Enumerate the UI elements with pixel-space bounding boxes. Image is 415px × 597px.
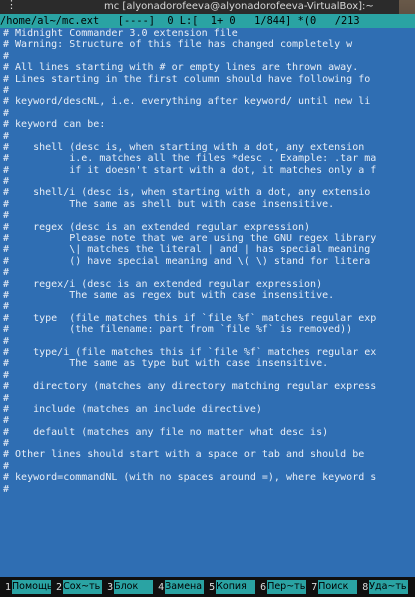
- fkey-label: Помощь: [12, 580, 52, 594]
- fkey-number: 4: [158, 581, 165, 593]
- fkey-f3[interactable]: 3 Блок: [102, 577, 154, 597]
- editor-line: #: [3, 335, 10, 347]
- editor-line: # regex/i (desc is an extended regular e…: [3, 278, 323, 290]
- editor-line: #: [3, 50, 10, 62]
- fkey-number: 1: [5, 581, 12, 593]
- editor-line: #: [3, 176, 10, 188]
- fkey-label: Копия: [216, 580, 256, 594]
- fkey-number: 2: [56, 581, 63, 593]
- window-menu-icon[interactable]: ⋮: [6, 0, 17, 12]
- editor-line: # i.e. matches all the files *desc . Exa…: [3, 153, 377, 165]
- fkey-f5[interactable]: 5 Копия: [204, 577, 256, 597]
- avatar: [399, 0, 415, 14]
- fkey-label: Пер~ть: [267, 580, 307, 594]
- fkey-label: Блок: [114, 580, 154, 594]
- editor-line: # shell (desc is, when starting with a d…: [3, 141, 365, 153]
- fkey-label: Сох~ть: [63, 580, 103, 594]
- editor-line: #: [3, 107, 10, 119]
- editor-line: #: [3, 369, 10, 381]
- editor-line: # \| matches the literal | and | has spe…: [3, 244, 371, 256]
- editor-line: #: [3, 301, 10, 313]
- fkey-f2[interactable]: 2 Сох~ть: [51, 577, 103, 597]
- editor-line: #: [3, 438, 10, 450]
- editor-text-area[interactable]: # Midnight Commander 3.0 extension file #…: [0, 28, 415, 577]
- editor-line: # keyword=commandNL (with no spaces arou…: [3, 472, 377, 484]
- fkey-number: 6: [260, 581, 267, 593]
- editor-line: # default (matches any file no matter wh…: [3, 426, 329, 438]
- editor-line: # The same as shell but with case insens…: [3, 198, 335, 210]
- editor-line: #: [3, 483, 10, 495]
- editor-line: # Other lines should start with a space …: [3, 449, 365, 461]
- editor-line: # () have special meaning and \( \) stan…: [3, 255, 371, 267]
- fkey-number: 7: [311, 581, 318, 593]
- editor-line: # keyword can be:: [3, 119, 106, 131]
- editor-line: #: [3, 130, 10, 142]
- fkey-number: 5: [209, 581, 216, 593]
- editor-line: # Midnight Commander 3.0 extension file: [3, 28, 238, 39]
- editor-line: # Lines starting in the first column sho…: [3, 73, 371, 85]
- editor-line: # keyword/descNL, i.e. everything after …: [3, 96, 371, 108]
- fkey-label: Уда~ть: [369, 580, 409, 594]
- fkey-f7[interactable]: 7 Поиск: [306, 577, 358, 597]
- editor-line: # (the filename: part from `file %f` is …: [3, 324, 353, 336]
- editor-line: #: [3, 460, 10, 472]
- fkey-f1[interactable]: 1 Помощь: [0, 577, 52, 597]
- editor-line: #: [3, 392, 10, 404]
- fkey-number: 8: [362, 581, 369, 593]
- editor-line: # type (file matches this if `file %f` m…: [3, 312, 377, 324]
- editor-line: # type/i (file matches this if `file %f`…: [3, 346, 377, 358]
- editor-line: #: [3, 267, 10, 279]
- editor-line: # The same as type but with case insensi…: [3, 358, 329, 370]
- window-titlebar: ⋮ mc [alyonadorofeeva@alyonadorofeeva-Vi…: [0, 0, 415, 14]
- fkey-label: Поиск: [318, 580, 358, 594]
- editor-line: # include (matches an include directive): [3, 403, 262, 415]
- fkey-f8[interactable]: 8 Уда~ть: [357, 577, 409, 597]
- editor-line: #: [3, 84, 10, 96]
- window-title: mc [alyonadorofeeva@alyonadorofeeva-Virt…: [104, 1, 374, 12]
- editor-line: #: [3, 415, 10, 427]
- editor-line: #: [3, 210, 10, 222]
- editor-line: # Please note that we are using the GNU …: [3, 233, 377, 245]
- editor-line: # The same as regex but with case insens…: [3, 289, 335, 301]
- editor-line: # if it doesn't start with a dot, it mat…: [3, 164, 377, 176]
- fkey-f6[interactable]: 6 Пер~ть: [255, 577, 307, 597]
- editor-line: # regex (desc is an extended regular exp…: [3, 221, 311, 233]
- function-key-bar: 1 Помощь 2 Сох~ть 3 Блок 4 Замена 5 Копия 6 Пер~ть 7…: [0, 577, 415, 597]
- fkey-number: 3: [107, 581, 114, 593]
- fkey-f4[interactable]: 4 Замена: [153, 577, 205, 597]
- editor-line: # directory (matches any directory match…: [3, 381, 377, 393]
- editor-line: # All lines starting with # or empty lin…: [3, 62, 359, 74]
- editor-line: # shell/i (desc is, when starting with a…: [3, 187, 371, 199]
- editor-status-bar: /home/al~/mc.ext [----] 0 L:[ 1+ 0 1/844…: [0, 14, 415, 28]
- editor-line: # Warning: Structure of this file has ch…: [3, 39, 353, 51]
- fkey-label: Замена: [165, 580, 205, 594]
